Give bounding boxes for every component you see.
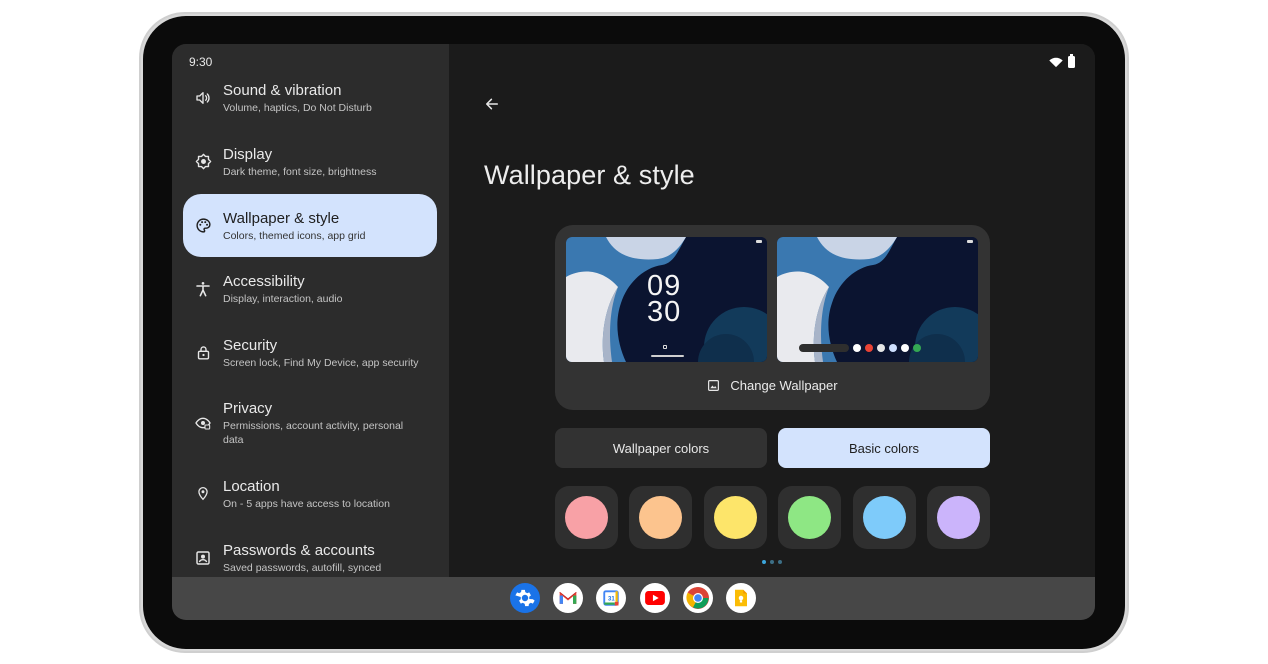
tab-wallpaper-colors[interactable]: Wallpaper colors — [555, 428, 767, 468]
settings-icon[interactable] — [510, 583, 540, 613]
mini-status-icon — [756, 240, 762, 243]
color-swatch-option[interactable] — [629, 486, 693, 549]
mini-search-bar — [799, 344, 849, 352]
sidebar-item-subtitle: Volume, haptics, Do Not Disturb — [223, 101, 372, 114]
sidebar-item-title: Security — [223, 336, 278, 354]
sidebar-item-subtitle: Screen lock, Find My Device, app securit… — [223, 356, 419, 369]
sidebar-item-location[interactable]: Location On - 5 apps have access to loca… — [183, 462, 437, 525]
device-screen: 9:30 Sound & vibration Volume, haptics, … — [172, 44, 1095, 620]
settings-sidebar: 9:30 Sound & vibration Volume, haptics, … — [172, 44, 449, 577]
wallpaper-preview-card: 09 30 Change Wallpaper — [555, 225, 990, 410]
sidebar-item-subtitle: Saved passwords, autofill, synced — [223, 561, 382, 574]
calendar-icon[interactable]: 31 — [596, 583, 626, 613]
page-dot — [770, 560, 774, 564]
sidebar-item-passwords-accounts[interactable]: Passwords & accounts Saved passwords, au… — [183, 526, 437, 577]
clock-minute: 30 — [647, 296, 682, 328]
sidebar-item-security[interactable]: Security Screen lock, Find My Device, ap… — [183, 321, 437, 384]
sidebar-item-subtitle: Colors, themed icons, app grid — [223, 229, 366, 242]
wifi-icon — [1049, 57, 1063, 67]
mini-app-icon — [853, 344, 861, 352]
svg-text:31: 31 — [608, 597, 615, 603]
account-box-icon — [194, 549, 212, 567]
color-swatch-option[interactable] — [778, 486, 842, 549]
wallpaper-icon — [708, 379, 720, 391]
sidebar-item-sound[interactable]: Sound & vibration Volume, haptics, Do No… — [183, 66, 437, 129]
sidebar-item-wallpaper-style[interactable]: Wallpaper & style Colors, themed icons, … — [183, 194, 437, 257]
sidebar-item-title: Sound & vibration — [223, 81, 342, 99]
lock-screen-preview[interactable]: 09 30 — [566, 237, 767, 362]
location-pin-icon — [194, 485, 212, 503]
page-indicator — [762, 560, 782, 564]
keep-icon[interactable] — [726, 583, 756, 613]
sidebar-item-display[interactable]: Display Dark theme, font size, brightnes… — [183, 130, 437, 193]
accessibility-icon — [194, 280, 212, 298]
sidebar-item-title: Location — [223, 477, 280, 495]
mini-app-icon — [865, 344, 873, 352]
tab-basic-colors[interactable]: Basic colors — [778, 428, 990, 468]
mini-dock — [799, 344, 921, 352]
back-arrow-icon — [485, 98, 499, 110]
mini-app-icon — [889, 344, 897, 352]
color-swatch — [639, 496, 683, 539]
chrome-icon[interactable] — [683, 583, 713, 613]
lock-icon — [194, 344, 212, 362]
sidebar-item-title: Privacy — [223, 400, 273, 417]
sidebar-item-title: Wallpaper & style — [223, 209, 340, 227]
gmail-icon[interactable] — [553, 583, 583, 613]
palette-icon — [194, 217, 212, 235]
color-swatch — [862, 496, 906, 539]
speaker-icon — [194, 89, 212, 107]
page-dot — [778, 560, 782, 564]
mini-lock-icon — [663, 345, 667, 349]
change-wallpaper-label: Change Wallpaper — [730, 377, 838, 393]
privacy-eye-icon — [194, 414, 212, 432]
page-title: Wallpaper & style — [484, 160, 695, 190]
battery-icon — [1068, 54, 1075, 68]
color-swatch-option[interactable] — [927, 486, 990, 549]
color-swatch — [788, 496, 832, 539]
sidebar-item-subtitle: Display, interaction, audio — [223, 292, 343, 305]
sidebar-item-subtitle: Permissions, account activity, personal … — [223, 420, 404, 446]
color-swatch — [937, 496, 980, 539]
home-screen-preview[interactable] — [777, 237, 978, 362]
sidebar-item-title: Display — [223, 145, 273, 163]
mini-status-icon — [967, 240, 973, 243]
sidebar-item-title: Accessibility — [223, 272, 305, 290]
home-bar — [651, 355, 684, 357]
sidebar-item-subtitle: On - 5 apps have access to location — [223, 497, 390, 510]
change-wallpaper-button[interactable]: Change Wallpaper — [555, 375, 990, 395]
taskbar: 31 — [172, 577, 1095, 620]
color-swatch-option[interactable] — [555, 486, 618, 549]
mini-app-icon — [901, 344, 909, 352]
color-swatch-option[interactable] — [703, 486, 767, 549]
brightness-icon — [194, 153, 212, 171]
sidebar-item-privacy[interactable]: Privacy Permissions, account activity, p… — [183, 385, 437, 461]
wallpaper-style-page: Wallpaper & style 09 30 Change Wallpaper… — [449, 44, 1095, 577]
sidebar-item-accessibility[interactable]: Accessibility Display, interaction, audi… — [183, 257, 437, 320]
mini-app-icon — [877, 344, 885, 352]
color-swatch-option[interactable] — [852, 486, 916, 549]
color-swatch — [565, 496, 608, 539]
sidebar-item-title: Passwords & accounts — [223, 541, 375, 559]
youtube-icon[interactable] — [640, 583, 670, 613]
status-icons — [1049, 54, 1075, 68]
color-swatch — [713, 496, 757, 539]
back-button[interactable] — [479, 91, 505, 117]
lock-screen-clock: 09 30 — [647, 272, 682, 328]
sidebar-item-subtitle: Dark theme, font size, brightness — [223, 165, 377, 178]
page-dot — [762, 560, 766, 564]
mini-app-icon — [913, 344, 921, 352]
